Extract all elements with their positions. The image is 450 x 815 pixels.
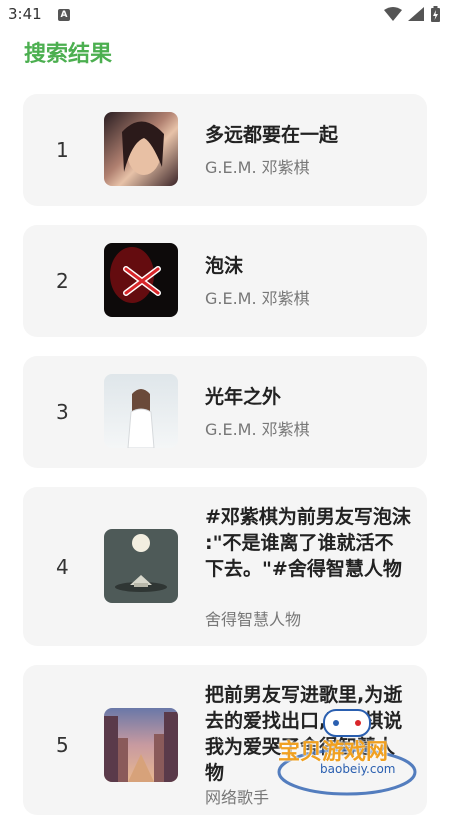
signal-icon bbox=[408, 7, 424, 21]
result-card[interactable]: 3 光年之外 G.E.M. 邓紫棋 bbox=[23, 356, 427, 468]
album-cover bbox=[104, 374, 178, 448]
battery-icon bbox=[431, 6, 440, 22]
result-rank: 1 bbox=[56, 138, 69, 162]
song-title: 光年之外 bbox=[205, 386, 282, 408]
page-title: 搜索结果 bbox=[24, 42, 113, 67]
result-rank: 3 bbox=[56, 400, 69, 424]
result-card[interactable]: 2 泡沫 G.E.M. 邓紫棋 bbox=[23, 225, 427, 337]
wifi-icon bbox=[384, 7, 402, 21]
watermark-url: baobeiy.com bbox=[320, 762, 396, 776]
artist-name: 网络歌手 bbox=[205, 788, 270, 807]
artist-name: 舍得智慧人物 bbox=[205, 610, 302, 629]
notification-icon: A bbox=[58, 9, 70, 21]
song-title: 泡沫 bbox=[205, 255, 244, 277]
watermark: 宝贝游戏网 baobeiy.com bbox=[272, 702, 422, 800]
result-rank: 5 bbox=[56, 733, 69, 757]
album-cover bbox=[104, 243, 178, 317]
result-rank: 4 bbox=[56, 554, 69, 579]
artist-name: G.E.M. 邓紫棋 bbox=[205, 289, 310, 308]
status-bar: 3:41 A bbox=[0, 0, 450, 30]
result-card[interactable]: 4 #邓紫棋为前男友写泡沫 :"不是谁离了谁就活不下去。"#舍得智慧人物 舍得智… bbox=[23, 487, 427, 646]
song-title: #邓紫棋为前男友写泡沫 :"不是谁离了谁就活不下去。"#舍得智慧人物 bbox=[205, 506, 411, 580]
album-cover bbox=[104, 112, 178, 186]
album-cover bbox=[104, 529, 178, 603]
artist-name: G.E.M. 邓紫棋 bbox=[205, 158, 310, 177]
album-cover bbox=[104, 708, 178, 782]
result-rank: 2 bbox=[56, 269, 69, 293]
artist-name: G.E.M. 邓紫棋 bbox=[205, 420, 310, 439]
result-card[interactable]: 1 多远都要在一起 G.E.M. 邓紫棋 bbox=[23, 94, 427, 206]
song-title: 多远都要在一起 bbox=[205, 124, 339, 146]
status-time: 3:41 bbox=[8, 5, 42, 23]
